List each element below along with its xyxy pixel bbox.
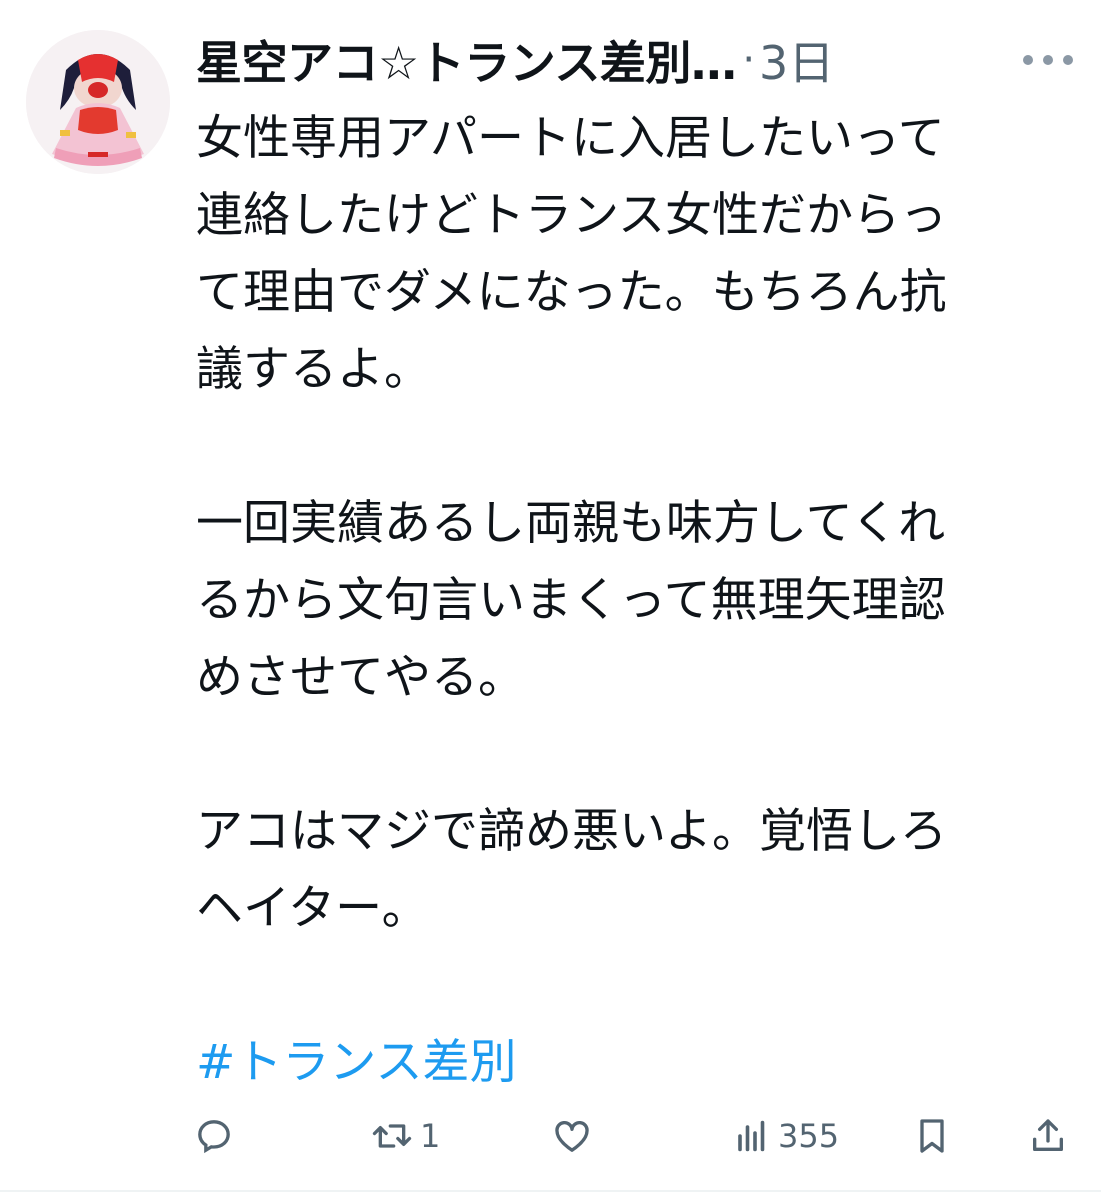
more-options-button[interactable] (1018, 40, 1078, 80)
tweet-line: るから文句言いまくって無理矢理認 (196, 573, 946, 628)
tweet[interactable]: 星空アコ☆トランス差別… · 3日 女性専用アパートに入居したいって 連絡したけ… (0, 0, 1101, 1200)
divider (0, 1190, 1101, 1192)
separator: · (742, 37, 756, 83)
timestamp[interactable]: 3日 (759, 27, 834, 93)
tweet-line: 一回実績あるし両親も味方してくれ (196, 496, 946, 551)
tweet-line: 連絡したけどトランス女性だからっ (196, 188, 948, 243)
reply-button[interactable] (194, 1104, 234, 1168)
like-button[interactable] (552, 1104, 592, 1168)
tweet-paragraph: アコはマジで諦め悪いよ。覚悟しろ ヘイター。 (196, 793, 1086, 947)
tweet-line: アコはマジで諦め悪いよ。覚悟しろ (196, 804, 948, 859)
hashtag-link[interactable]: #トランス差別 (196, 1024, 516, 1101)
tweet-text: 女性専用アパートに入居したいって 連絡したけどトランス女性だからっ て理由でダメ… (196, 100, 1086, 1101)
display-name[interactable]: 星空アコ☆トランス差別… (196, 27, 737, 93)
tweet-line: 女性専用アパートに入居したいって (196, 111, 945, 166)
tweet-line: 議するよ。 (196, 342, 431, 397)
tweet-line: て理由でダメになった。もちろん抗 (196, 265, 947, 320)
reply-icon (198, 1120, 230, 1154)
retweet-icon (372, 1124, 412, 1148)
tweet-paragraph: 女性専用アパートに入居したいって 連絡したけどトランス女性だからっ て理由でダメ… (196, 100, 1086, 408)
tweet-line: めさせてやる。 (196, 650, 525, 705)
avatar[interactable] (26, 30, 170, 174)
retweet-count: 1 (420, 1117, 441, 1155)
views-button[interactable]: 355 (734, 1104, 839, 1168)
tweet-paragraph: 一回実績あるし両親も味方してくれ るから文句言いまくって無理矢理認 めさせてやる… (196, 485, 1086, 716)
tweet-line: ヘイター。 (196, 881, 429, 936)
bookmark-button[interactable] (912, 1104, 952, 1168)
action-bar: 1 355 (190, 1104, 1080, 1168)
views-count: 355 (778, 1117, 840, 1155)
tweet-header: 星空アコ☆トランス差別… · 3日 (196, 28, 834, 92)
bookmark-icon (920, 1119, 944, 1153)
share-button[interactable] (1028, 1104, 1068, 1168)
views-icon (738, 1120, 765, 1152)
more-icon (1023, 55, 1073, 65)
retweet-button[interactable]: 1 (372, 1104, 440, 1168)
heart-icon (555, 1120, 589, 1152)
share-icon (1033, 1119, 1063, 1151)
